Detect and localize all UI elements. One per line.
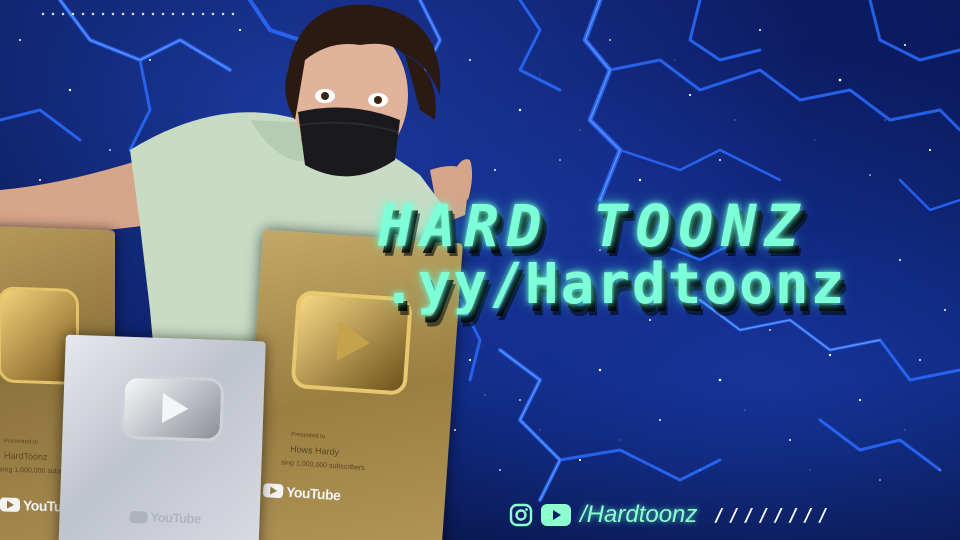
social-handle: /Hardtoonz — [580, 501, 698, 528]
youtube-wordmark: YouTube — [285, 483, 341, 504]
social-links: /Hardtoonz //////// — [508, 500, 832, 530]
presented-to-label: Presented to — [4, 438, 39, 446]
decorative-slashes: //////// — [713, 504, 833, 526]
youtube-logo-icon — [129, 510, 148, 524]
presented-to-label: Presented to — [290, 431, 326, 441]
youtube-logo-icon — [0, 497, 20, 513]
youtube-logo-icon — [262, 483, 284, 499]
plaque-recipient: HardToonz — [4, 450, 48, 463]
channel-banner: Presented to HardToonz ssing 1,000,000 s… — [0, 0, 960, 540]
play-triangle-icon — [336, 320, 372, 364]
youtube-wordmark: YouTube — [150, 509, 201, 527]
silver-play-button-frame — [120, 374, 225, 443]
instagram-icon[interactable] — [508, 502, 534, 528]
youtube-icon[interactable] — [540, 502, 572, 528]
channel-subtitle: .yy/Hardtoonz — [382, 252, 847, 317]
play-triangle-icon — [161, 392, 189, 424]
plaque-recipient: Hows Hardy — [289, 443, 340, 458]
channel-title: HARD TOONZ — [378, 192, 808, 260]
plaque-subscribers: ssing 1,000,000 subscr — [0, 466, 68, 476]
plaque-subscribers: sing 1,000,000 subscribers — [280, 459, 365, 473]
silver-play-button-plaque: YouTube — [58, 334, 266, 540]
